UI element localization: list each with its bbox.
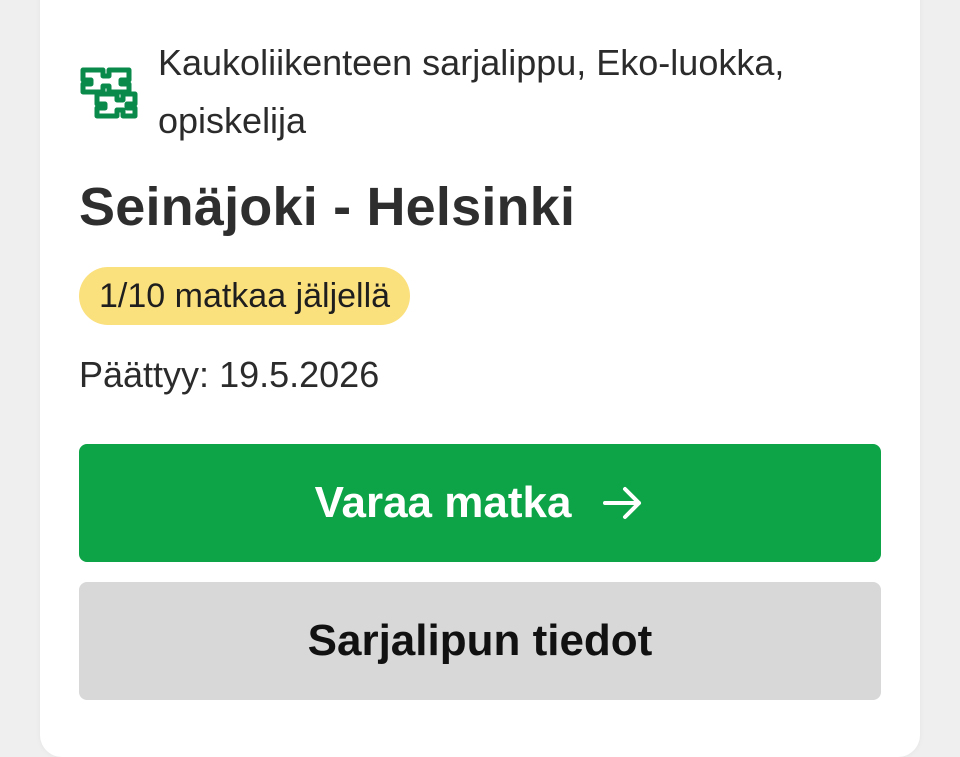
book-trip-label: Varaa matka	[314, 478, 572, 527]
expiry-date: Päättyy: 19.5.2026	[79, 354, 380, 395]
ticket-header	[79, 38, 139, 120]
ticket-details-label: Sarjalipun tiedot	[307, 616, 653, 665]
trips-remaining-badge: 1/10 matkaa jäljellä	[79, 267, 411, 325]
book-trip-button[interactable]: Varaa matka	[79, 444, 881, 562]
ticket-type-label: Kaukoliikenteen sarjalippu, Eko-luokka, …	[158, 42, 785, 141]
vr-logo-icon	[80, 67, 138, 119]
arrow-right-icon	[603, 487, 642, 519]
ticket-details-button[interactable]: Sarjalipun tiedot	[79, 582, 881, 700]
route-title: Seinäjoki - Helsinki	[79, 177, 576, 237]
